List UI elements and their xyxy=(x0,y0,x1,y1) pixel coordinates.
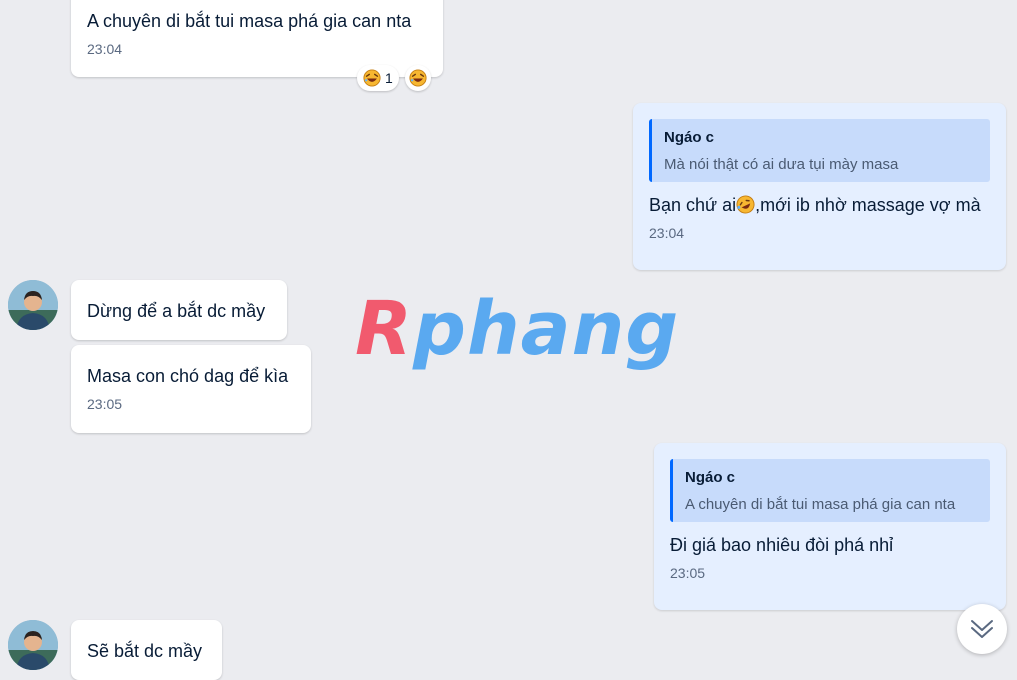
watermark-part: R xyxy=(355,286,413,372)
avatar-photo xyxy=(8,280,58,330)
incoming-message[interactable]: Dừng để a bắt dc mầy xyxy=(71,280,287,340)
add-reaction-button[interactable] xyxy=(404,65,431,91)
message-text: Masa con chó dag để kìa xyxy=(87,366,289,386)
reaction-count-pill[interactable]: 1 xyxy=(357,65,399,91)
quoted-message[interactable]: Ngáo c A chuyên di bắt tui masa phá gia … xyxy=(670,459,990,522)
message-text-part: ,mới ib nhờ massage vợ mà xyxy=(755,195,981,215)
quoted-message[interactable]: Ngáo c Mà nói thật có ai dưa tụi mày mas… xyxy=(649,119,990,182)
laughing-face-icon xyxy=(409,69,427,87)
quote-sender-name: Ngáo c xyxy=(685,469,736,486)
rofl-emoji-icon xyxy=(736,195,755,214)
message-time: 23:04 xyxy=(649,225,685,241)
reaction-bar: 1 xyxy=(357,65,431,91)
scroll-to-bottom-button[interactable] xyxy=(957,604,1007,654)
quote-sender-name: Ngáo c xyxy=(664,129,715,146)
watermark-logo: Rphang xyxy=(355,292,679,366)
message-time: 23:04 xyxy=(87,41,123,57)
message-time: 23:05 xyxy=(87,396,123,412)
quote-text: A chuyên di bắt tui masa phá gia can nta xyxy=(685,496,956,513)
message-text: A chuyên di bắt tui masa phá gia can nta xyxy=(87,11,412,31)
message-text-part: Bạn chứ ai xyxy=(649,195,737,215)
message-text: Bạn chứ ai ,mới ib nhờ massage vợ mà xyxy=(649,194,990,216)
message-text: Dừng để a bắt dc mầy xyxy=(87,301,266,321)
reaction-count: 1 xyxy=(385,70,393,86)
double-chevron-down-icon xyxy=(971,620,993,638)
avatar[interactable] xyxy=(8,620,58,670)
message-text: Sẽ bắt dc mầy xyxy=(87,641,203,661)
laughing-face-icon xyxy=(363,69,381,87)
quote-text: Mà nói thật có ai dưa tụi mày masa xyxy=(664,156,899,173)
incoming-message[interactable]: Masa con chó dag để kìa 23:05 xyxy=(71,345,311,433)
incoming-message[interactable]: Sẽ bắt dc mầy xyxy=(71,620,222,680)
outgoing-message[interactable]: Ngáo c A chuyên di bắt tui masa phá gia … xyxy=(654,443,1006,610)
avatar[interactable] xyxy=(8,280,58,330)
avatar-photo xyxy=(8,620,58,670)
message-text: Đi giá bao nhiêu đòi phá nhỉ xyxy=(670,535,894,555)
watermark-part: phang xyxy=(412,286,680,372)
message-time: 23:05 xyxy=(670,565,706,581)
outgoing-message[interactable]: Ngáo c Mà nói thật có ai dưa tụi mày mas… xyxy=(633,103,1006,270)
